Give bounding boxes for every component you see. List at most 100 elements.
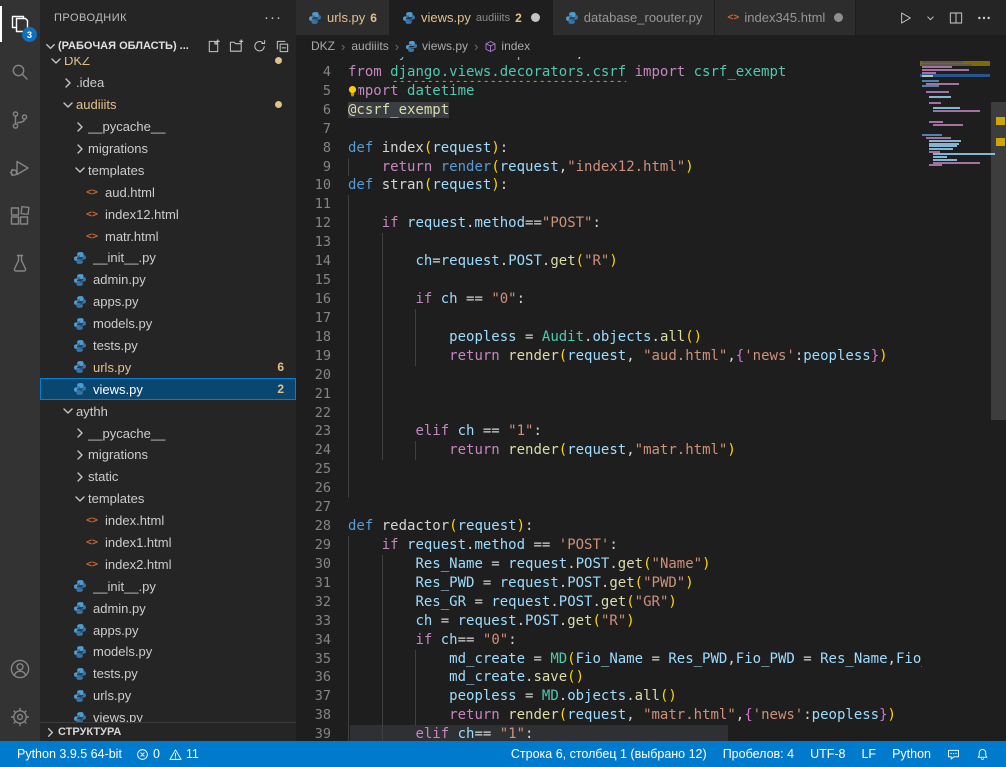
token: =: [466, 594, 491, 610]
editor-scrollbar[interactable]: [991, 102, 1006, 420]
token: [348, 726, 415, 741]
tree-item-urls.py[interactable]: urls.py6: [40, 356, 296, 378]
status-пробелов4[interactable]: Пробелов: 4: [716, 747, 801, 761]
token: :: [508, 632, 516, 648]
tree-item-audiiits[interactable]: audiiits: [40, 94, 296, 116]
status-python[interactable]: Python: [885, 747, 938, 761]
tree-item-models.py[interactable]: models.py: [40, 313, 296, 335]
run-dropdown-icon[interactable]: [925, 10, 936, 26]
token: request: [432, 177, 491, 193]
python-interpreter-status[interactable]: Python 3.9.5 64-bit: [10, 747, 129, 761]
tree-item-label: views.py: [93, 382, 271, 397]
minimap-line: [922, 75, 990, 77]
breadcrumb-item-views.py[interactable]: views.py: [405, 39, 468, 53]
tab-urls.py[interactable]: urls.py6: [296, 0, 390, 35]
token: from: [348, 64, 390, 80]
search-view-button[interactable]: [0, 48, 40, 96]
tree-item-__pycache__[interactable]: __pycache__: [40, 422, 296, 444]
tree-item-templates[interactable]: templates: [40, 159, 296, 181]
tree-item-.idea[interactable]: .idea: [40, 72, 296, 94]
tree-item-tests.py[interactable]: tests.py: [40, 335, 296, 357]
tree-item-index1.html[interactable]: <>index1.html: [40, 532, 296, 554]
code-editor[interactable]: 3from aythh.models import MD,Audit4from …: [296, 57, 1006, 741]
bell-button[interactable]: [969, 748, 996, 761]
tree-item-__pycache__[interactable]: __pycache__: [40, 116, 296, 138]
run-debug-view-button[interactable]: [0, 144, 40, 192]
tree-item-admin.py[interactable]: admin.py: [40, 269, 296, 291]
token: .: [550, 594, 558, 610]
tree-item-models.py[interactable]: models.py: [40, 641, 296, 663]
tree-item-templates[interactable]: templates: [40, 488, 296, 510]
new-folder-icon[interactable]: [229, 39, 244, 54]
feedback-button[interactable]: [940, 748, 967, 761]
tree-item-index.html[interactable]: <>index.html: [40, 510, 296, 532]
breadcrumb-separator: ›: [395, 39, 399, 54]
tree-item-__init__.py[interactable]: __init__.py: [40, 247, 296, 269]
tab-views.py[interactable]: views.pyaudiiits2: [390, 0, 553, 35]
indent-guide: [382, 366, 383, 385]
breadcrumb-item-index[interactable]: index: [484, 39, 530, 53]
account-button[interactable]: [0, 645, 40, 693]
tree-item-apps.py[interactable]: apps.py: [40, 619, 296, 641]
tree-item-__init__.py[interactable]: __init__.py: [40, 575, 296, 597]
split-editor-icon[interactable]: [948, 10, 964, 26]
explorer-view-button[interactable]: 3: [0, 0, 40, 48]
tab-index345.html[interactable]: <>index345.html: [715, 0, 856, 35]
html-file-icon: <>: [84, 231, 100, 242]
extensions-view-button[interactable]: [0, 192, 40, 240]
tree-item-tests.py[interactable]: tests.py: [40, 663, 296, 685]
tree-item-index2.html[interactable]: <>index2.html: [40, 553, 296, 575]
tree-item-apps.py[interactable]: apps.py: [40, 291, 296, 313]
testing-icon: [8, 252, 32, 276]
tree-item-migrations[interactable]: migrations: [40, 444, 296, 466]
outline-section-header[interactable]: СТРУКТУРА: [40, 722, 296, 741]
tree-item-static[interactable]: static: [40, 466, 296, 488]
status-utf-8[interactable]: UTF-8: [803, 747, 852, 761]
minimap-line: [922, 134, 990, 136]
tree-item-matr.html[interactable]: <>matr.html: [40, 225, 296, 247]
token: (: [559, 707, 567, 723]
status-label: UTF-8: [810, 747, 845, 761]
testing-view-button[interactable]: [0, 240, 40, 288]
bell-icon: [976, 748, 989, 761]
line-number: 10: [296, 176, 348, 195]
source-control-view-button[interactable]: [0, 96, 40, 144]
tree-item-admin.py[interactable]: admin.py: [40, 597, 296, 619]
workspace-section-header[interactable]: (РАБОЧАЯ ОБЛАСТЬ) ...: [40, 35, 296, 57]
minimap[interactable]: [922, 57, 990, 741]
chevron-right-icon: [72, 469, 88, 485]
run-icon[interactable]: [897, 10, 913, 26]
tab-database_roouter.py[interactable]: database_roouter.py: [553, 0, 716, 35]
problems-status[interactable]: 011: [129, 747, 206, 761]
token: if: [382, 537, 407, 553]
token: request: [508, 556, 567, 572]
settings-button[interactable]: [0, 693, 40, 741]
tree-item-index12.html[interactable]: <>index12.html: [40, 203, 296, 225]
new-file-icon[interactable]: [206, 39, 221, 54]
line-number: 12: [296, 214, 348, 233]
editor-tab-bar: urls.py6views.pyaudiiits2database_rooute…: [296, 0, 1006, 35]
refresh-icon[interactable]: [252, 39, 267, 54]
tree-item-aythh[interactable]: aythh: [40, 400, 296, 422]
minimap-bar: [933, 153, 995, 155]
code-line-8: 8def index(request):: [296, 139, 922, 158]
minimap-bar: [926, 137, 951, 139]
tree-item-views.py[interactable]: views.py2: [40, 378, 296, 400]
token: def: [348, 518, 382, 534]
status-lf[interactable]: LF: [854, 747, 883, 761]
views-and-more-actions-button[interactable]: ···: [264, 9, 282, 26]
tree-item-aud.html[interactable]: <>aud.html: [40, 181, 296, 203]
line-content: if request.method=="POST":: [348, 214, 922, 233]
breadcrumb-item-DKZ[interactable]: DKZ: [311, 39, 335, 53]
tree-item-views.py[interactable]: views.py: [40, 707, 296, 722]
tree-item-urls.py[interactable]: urls.py: [40, 685, 296, 707]
token: [348, 329, 449, 345]
collapse-all-icon[interactable]: [275, 39, 290, 54]
tree-item-migrations[interactable]: migrations: [40, 138, 296, 160]
code-line-35: 35 md_create = MD(Fio_Name = Res_PWD,Fio…: [296, 650, 922, 669]
breadcrumb-item-audiiits[interactable]: audiiits: [351, 39, 388, 53]
more-actions-icon[interactable]: [976, 10, 992, 26]
status-строка6столбец1выбрано12[interactable]: Строка 6, столбец 1 (выбрано 12): [504, 747, 714, 761]
lightbulb-icon[interactable]: [348, 84, 358, 99]
line-content: def index(request):: [348, 139, 922, 158]
